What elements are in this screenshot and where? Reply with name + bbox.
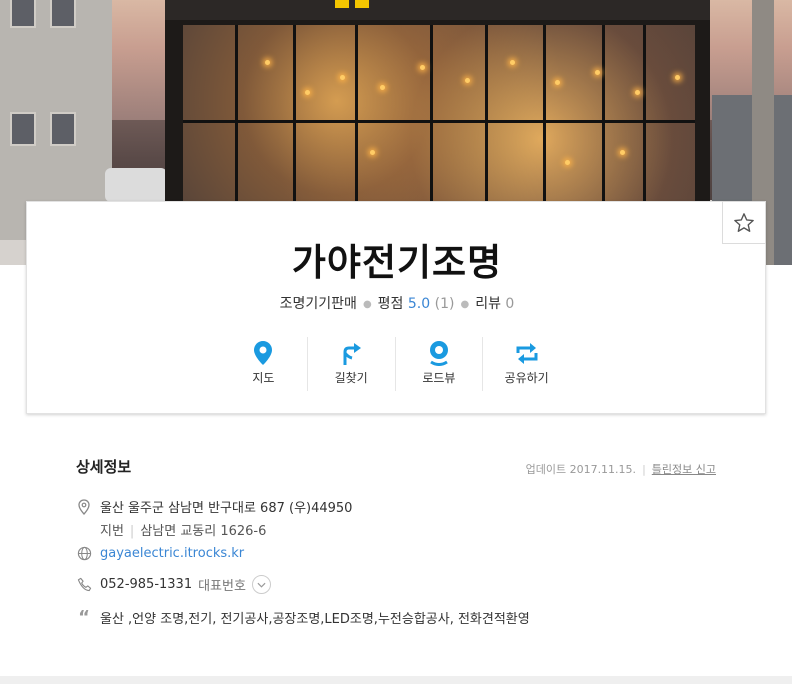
rating-count[interactable]: (1)	[435, 296, 455, 312]
divider: |	[642, 463, 646, 476]
phone-expand-button[interactable]	[251, 575, 271, 594]
jibun-address: 지번 | 삼남면 교동리 1626-6	[100, 520, 266, 539]
directions-button-label: 길찾기	[334, 371, 368, 385]
jibun-text: 삼남면 교동리 1626-6	[140, 524, 267, 539]
roadview-button-label: 로드뷰	[422, 371, 456, 385]
share-icon	[515, 340, 539, 366]
place-meta: 조명기기판매 ● 평점 5.0 (1) ● 리뷰 0	[27, 293, 767, 313]
phone-type-label: 대표번호	[198, 579, 246, 594]
phone-number[interactable]: 052-985-1331	[100, 577, 192, 592]
map-button-label: 지도	[252, 371, 275, 385]
footer-divider	[0, 676, 792, 684]
quote-icon: “	[78, 606, 90, 628]
share-button-label: 공유하기	[504, 371, 549, 385]
star-icon	[734, 212, 754, 232]
map-button[interactable]: 지도	[220, 337, 307, 391]
divider: |	[129, 524, 135, 539]
update-date: 업데이트 2017.11.15.	[525, 463, 637, 476]
roadview-icon	[427, 340, 451, 366]
website-link[interactable]: gayaelectric.itrocks.kr	[100, 546, 244, 561]
detail-section: 상세정보 업데이트 2017.11.15. | 틀린정보 신고 울산 울주군 삼남면…	[76, 456, 716, 627]
update-info: 업데이트 2017.11.15. | 틀린정보 신고	[526, 461, 716, 477]
chevron-down-icon	[257, 582, 266, 588]
place-category: 조명기기판매	[279, 296, 357, 312]
location-icon	[76, 498, 92, 515]
map-pin-icon	[251, 340, 275, 366]
jibun-label: 지번	[100, 524, 124, 539]
report-error-link[interactable]: 틀린정보 신고	[652, 463, 716, 476]
review-label: 리뷰	[475, 296, 501, 312]
place-name: 가야전기조명	[291, 241, 503, 284]
hero-storefront	[165, 0, 710, 215]
website-row: gayaelectric.itrocks.kr	[76, 545, 244, 561]
roadview-button[interactable]: 로드뷰	[394, 337, 483, 391]
place-summary-card: 가야전기조명 조명기기판매 ● 평점 5.0 (1) ● 리뷰 0 지도 길찾기 로드뷰	[26, 201, 766, 414]
rating-value[interactable]: 5.0	[408, 296, 430, 312]
separator-dot: ●	[460, 298, 470, 310]
address-row: 울산 울주군 삼남면 반구대로 687 (우)44950	[76, 497, 352, 516]
review-count[interactable]: 0	[505, 296, 514, 312]
phone-row: 052-985-1331 대표번호	[76, 575, 271, 594]
keywords-text: 울산 ,언양 조명,전기, 전기공사,공장조명,LED조명,누전승합공사, 전화…	[100, 612, 530, 627]
separator-dot: ●	[362, 298, 372, 310]
hero-car	[105, 168, 167, 202]
share-button[interactable]: 공유하기	[482, 337, 570, 391]
directions-icon	[339, 340, 363, 366]
globe-icon	[76, 545, 92, 561]
phone-icon	[76, 577, 92, 593]
directions-button[interactable]: 길찾기	[306, 337, 395, 391]
action-bar: 지도 길찾기 로드뷰 공유하기	[220, 337, 570, 391]
rating-label: 평점	[377, 296, 404, 312]
address-text: 울산 울주군 삼남면 반구대로 687 (우)44950	[100, 501, 353, 516]
keywords-row: “ 울산 ,언양 조명,전기, 전기공사,공장조명,LED조명,누전승합공사, …	[76, 608, 530, 627]
favorite-button[interactable]	[722, 201, 766, 244]
